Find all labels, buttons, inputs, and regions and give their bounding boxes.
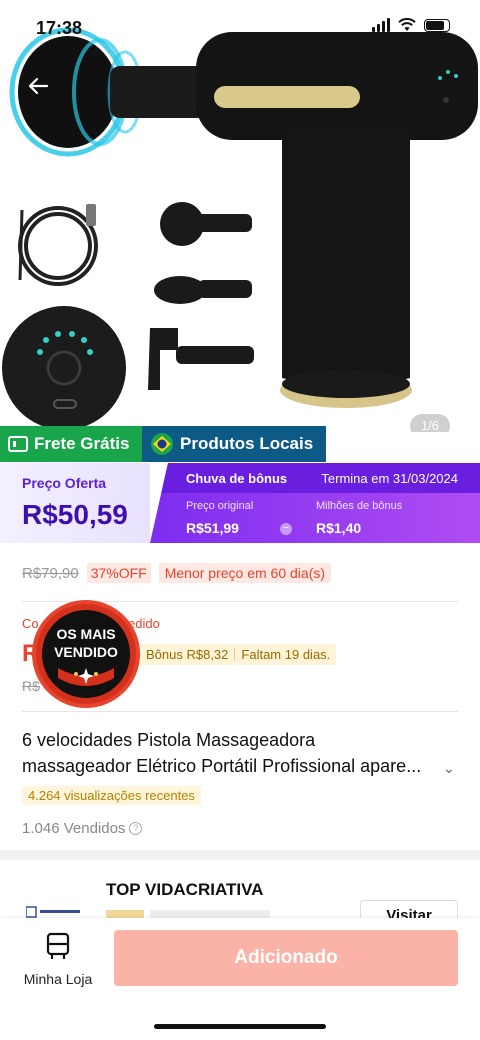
bonus-value: R$1,40 xyxy=(316,520,362,536)
my-store-button[interactable]: Minha Loja xyxy=(16,932,100,987)
old-price: R$79,90 xyxy=(22,564,79,582)
offer-price: R$50,59 xyxy=(22,499,128,530)
local-products-badge: Produtos Locais xyxy=(142,426,326,462)
promo-title: Chuva de bônus xyxy=(186,471,288,486)
local-products-label: Produtos Locais xyxy=(180,434,314,453)
signal-icon xyxy=(372,18,390,32)
discount-row: R$79,90 37%OFF Menor preço em 60 dia(s) xyxy=(22,563,332,583)
days-remaining: Faltam 19 dias. xyxy=(235,644,337,665)
wifi-icon xyxy=(398,18,416,31)
home-indicator[interactable] xyxy=(154,1024,326,1029)
badges-row: Frete Grátis Produtos Locais xyxy=(0,426,326,464)
minus-icon: − xyxy=(280,523,292,535)
store-logo-icon xyxy=(25,906,80,918)
seal-line1: OS MAIS xyxy=(56,626,116,642)
image-counter: 1/6 xyxy=(410,414,450,432)
bonus-label: Milhões de bônus xyxy=(316,500,403,512)
back-button[interactable] xyxy=(22,70,54,102)
discount-percent: 37%OFF xyxy=(86,563,151,583)
bonus-promo-block: Chuva de bônus Termina em 31/03/2024 Pre… xyxy=(150,463,480,543)
recent-views: 4.264 visualizações recentes xyxy=(22,786,201,805)
original-price-label: Preço original xyxy=(186,500,254,512)
seal-line2: VENDIDO xyxy=(54,644,118,660)
sold-label: 1.046 Vendidos xyxy=(22,820,126,837)
title-line-1: 6 velocidades Pistola Massageadora xyxy=(22,730,316,750)
title-line-2: massageador Elétrico Portátil Profission… xyxy=(22,756,422,776)
store-icon xyxy=(46,932,70,959)
bottom-action-bar: Minha Loja Adicionado xyxy=(0,918,480,1040)
original-price: R$51,99 xyxy=(186,520,239,536)
question-icon[interactable]: ? xyxy=(129,822,143,835)
bonus-amount: Bônus R$8,32 xyxy=(140,644,235,665)
offer-label: Preço Oferta xyxy=(22,475,107,491)
bonus-pills: Bônus R$8,32 Faltam 19 dias. xyxy=(140,644,337,665)
lowest-price-tag: Menor preço em 60 dia(s) xyxy=(158,563,332,583)
free-shipping-label: Frete Grátis xyxy=(34,434,130,453)
product-title[interactable]: 6 velocidades Pistola Massageadora massa… xyxy=(22,727,442,779)
truck-icon xyxy=(8,436,28,452)
added-to-cart-button[interactable]: Adicionado xyxy=(114,930,458,986)
back-arrow-icon xyxy=(28,77,49,95)
section-gap xyxy=(0,850,480,860)
offer-price-block: Preço Oferta R$50,59 xyxy=(0,463,150,543)
sold-count: 1.046 Vendidos ? xyxy=(22,820,143,837)
store-name[interactable]: TOP VIDACRIATIVA xyxy=(106,880,263,900)
status-time: 17:38 xyxy=(36,18,83,38)
status-icons xyxy=(372,18,450,32)
chevron-down-icon[interactable]: ⌄ xyxy=(443,760,455,777)
free-shipping-badge: Frete Grátis xyxy=(0,426,142,462)
product-image[interactable]: 1/6 xyxy=(0,0,480,432)
battery-icon xyxy=(424,19,450,32)
best-seller-seal: OS MAIS VENDIDO xyxy=(30,598,142,710)
massage-gun-image xyxy=(0,0,480,432)
my-store-label: Minha Loja xyxy=(23,971,93,987)
promo-end-date: Termina em 31/03/2024 xyxy=(321,471,458,486)
divider xyxy=(22,711,458,712)
price-banner: Preço Oferta R$50,59 Chuva de bônus Term… xyxy=(0,463,480,543)
brazil-flag-icon xyxy=(151,433,173,455)
status-bar: 17:38 xyxy=(0,0,480,40)
